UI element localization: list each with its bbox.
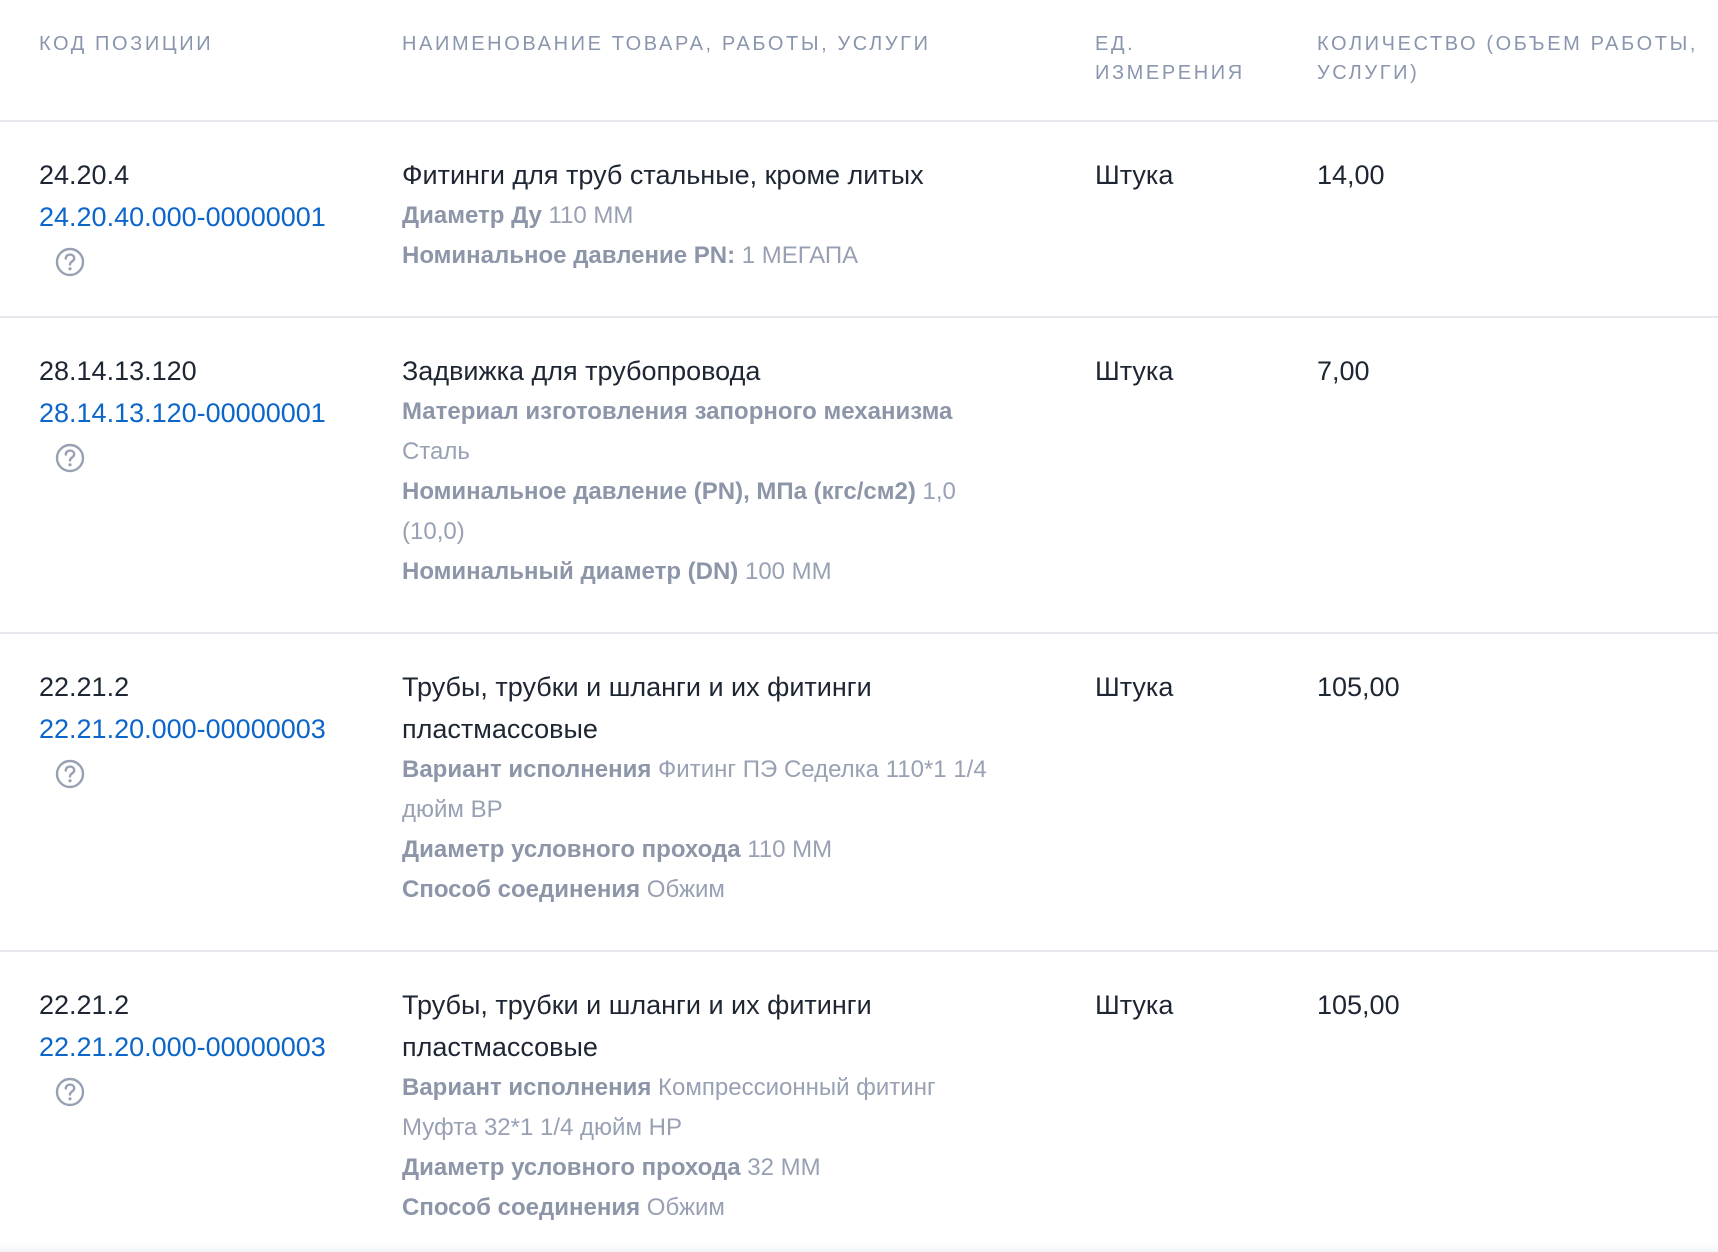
position-code-link[interactable]: 22.21.20.000-00000003 [39, 708, 326, 750]
property-label: Номинальное давление PN: [402, 242, 736, 269]
position-code-link[interactable]: 28.14.13.120-00000001 [39, 392, 326, 434]
header-code: КОД ПОЗИЦИИ [39, 33, 214, 55]
table-header: КОД ПОЗИЦИИ НАИМЕНОВАНИЕ ТОВАРА, РАБОТЫ,… [0, 0, 1718, 122]
table-row: 22.21.2 22.21.20.000-00000003 Трубы, тру… [0, 950, 1718, 1252]
product-property: Номинальное давление (PN), МПа (кгс/см2)… [402, 472, 1042, 512]
property-label: Диаметр условного прохода [402, 1154, 741, 1181]
property-value: Сталь [402, 438, 470, 465]
product-property: Диаметр условного прохода 110 ММ [402, 830, 1042, 870]
position-code: 22.21.2 [39, 672, 130, 702]
quantity-cell: 105,00 [1317, 990, 1400, 1020]
quantity-cell: 14,00 [1317, 160, 1385, 190]
property-value: дюйм ВР [402, 796, 503, 823]
property-label: Диаметр Ду [402, 202, 542, 229]
property-value: 100 ММ [744, 558, 832, 585]
product-property: Номинальное давление PN: 1 МЕГАПА [402, 236, 1042, 276]
property-value: Муфта 32*1 1/4 дюйм НР [402, 1114, 682, 1141]
product-property: Вариант исполнения Компрессионный фитинг [402, 1068, 1042, 1108]
question-circle-icon[interactable] [55, 443, 85, 473]
property-value: Обжим [646, 1194, 725, 1221]
product-name-cell: Трубы, трубки и шланги и их фитинги плас… [402, 984, 1042, 1228]
positions-table: КОД ПОЗИЦИИ НАИМЕНОВАНИЕ ТОВАРА, РАБОТЫ,… [0, 0, 1718, 1252]
product-name: Фитинги для труб стальные, кроме литых [402, 160, 924, 190]
quantity-cell: 105,00 [1317, 672, 1400, 702]
table-row: 22.21.2 22.21.20.000-00000003 Трубы, тру… [0, 632, 1718, 952]
table-row: 28.14.13.120 28.14.13.120-00000001 Задви… [0, 316, 1718, 634]
unit-cell: Штука [1095, 672, 1174, 702]
header-unit: ЕД. ИЗМЕРЕНИЯ [1095, 30, 1285, 88]
product-property: Вариант исполнения Фитинг ПЭ Седелка 110… [402, 750, 1042, 790]
product-property: Способ соединения Обжим [402, 870, 1042, 910]
position-code-cell: 22.21.2 22.21.20.000-00000003 [39, 984, 326, 1107]
position-code-cell: 24.20.4 24.20.40.000-00000001 [39, 154, 326, 277]
position-code-link[interactable]: 22.21.20.000-00000003 [39, 1026, 326, 1068]
product-property: Способ соединения Обжим [402, 1188, 1042, 1228]
product-name-continued: пластмассовые [402, 1032, 598, 1062]
property-label: Способ соединения [402, 1194, 641, 1221]
property-value: Фитинг ПЭ Седелка 110*1 1/4 [658, 756, 987, 783]
property-label: Номинальный диаметр (DN) [402, 558, 739, 585]
position-code-cell: 28.14.13.120 28.14.13.120-00000001 [39, 350, 326, 473]
property-label: Номинальное давление (PN), МПа (кгс/см2) [402, 478, 916, 505]
question-circle-icon[interactable] [55, 247, 85, 277]
header-unit-line1: ЕД. [1095, 33, 1136, 55]
product-name-cell: Трубы, трубки и шланги и их фитинги плас… [402, 666, 1042, 910]
product-name-cell: Фитинги для труб стальные, кроме литых Д… [402, 154, 1042, 276]
property-value: (10,0) [402, 518, 465, 545]
product-name: Трубы, трубки и шланги и их фитинги [402, 990, 872, 1020]
header-name: НАИМЕНОВАНИЕ ТОВАРА, РАБОТЫ, УСЛУГИ [402, 33, 931, 55]
product-name: Задвижка для трубопровода [402, 356, 761, 386]
property-value: 110 ММ [747, 836, 833, 863]
question-circle-icon[interactable] [55, 759, 85, 789]
product-name: Трубы, трубки и шланги и их фитинги [402, 672, 872, 702]
unit-cell: Штука [1095, 356, 1174, 386]
position-code-cell: 22.21.2 22.21.20.000-00000003 [39, 666, 326, 789]
property-label: Вариант исполнения [402, 756, 652, 783]
property-value: 1,0 [922, 478, 956, 505]
unit-cell: Штука [1095, 990, 1174, 1020]
product-property: Номинальный диаметр (DN) 100 ММ [402, 552, 1042, 592]
position-code-link[interactable]: 24.20.40.000-00000001 [39, 196, 326, 238]
position-code: 24.20.4 [39, 160, 130, 190]
property-value: 1 МЕГАПА [741, 242, 859, 269]
product-name-continued: пластмассовые [402, 714, 598, 744]
header-qty-line2: УСЛУГИ) [1317, 62, 1420, 84]
header-unit-line2: ИЗМЕРЕНИЯ [1095, 62, 1245, 84]
product-property: Диаметр Ду 110 ММ [402, 196, 1042, 236]
question-circle-icon[interactable] [55, 1077, 85, 1107]
property-label: Вариант исполнения [402, 1074, 652, 1101]
property-value: 32 ММ [747, 1154, 821, 1181]
position-code: 28.14.13.120 [39, 356, 197, 386]
property-label: Материал изготовления запорного механизм… [402, 398, 953, 425]
unit-cell: Штука [1095, 160, 1174, 190]
property-value: Компрессионный фитинг [658, 1074, 936, 1101]
header-qty: КОЛИЧЕСТВО (ОБЪЕМ РАБОТЫ, УСЛУГИ) [1317, 30, 1717, 88]
property-value: 110 ММ [548, 202, 634, 229]
quantity-cell: 7,00 [1317, 356, 1370, 386]
position-code: 22.21.2 [39, 990, 130, 1020]
property-value: Обжим [646, 876, 725, 903]
product-property: Диаметр условного прохода 32 ММ [402, 1148, 1042, 1188]
product-property: Материал изготовления запорного механизм… [402, 392, 1042, 432]
table-row: 24.20.4 24.20.40.000-00000001 Фитинги дл… [0, 120, 1718, 318]
property-label: Диаметр условного прохода [402, 836, 741, 863]
property-label: Способ соединения [402, 876, 641, 903]
header-qty-line1: КОЛИЧЕСТВО (ОБЪЕМ РАБОТЫ, [1317, 33, 1699, 55]
product-name-cell: Задвижка для трубопровода Материал изгот… [402, 350, 1042, 592]
